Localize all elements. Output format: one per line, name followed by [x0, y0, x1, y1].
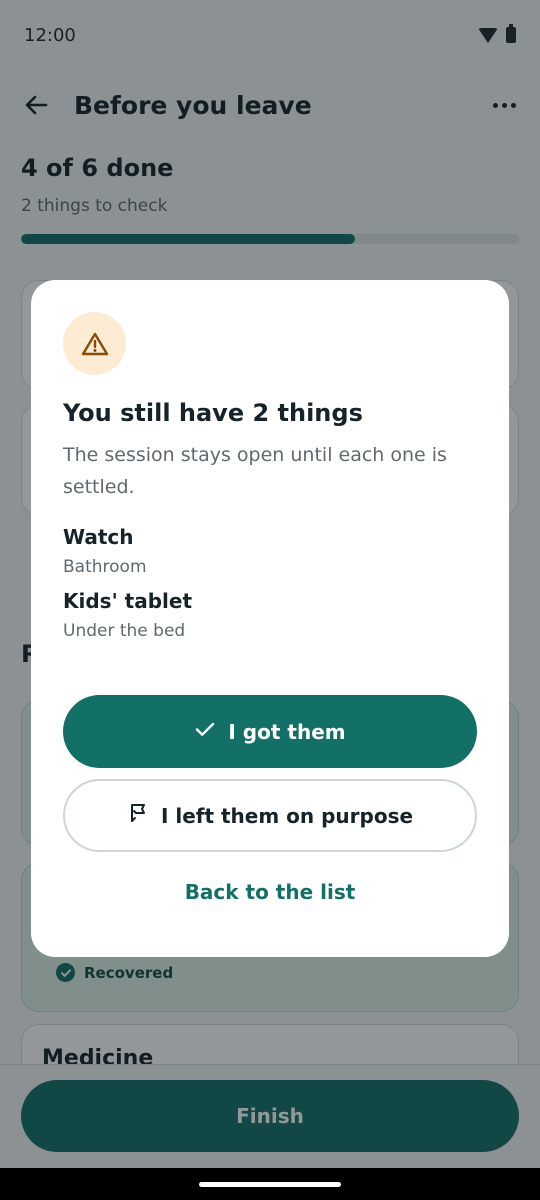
check-icon — [194, 718, 216, 745]
home-indicator[interactable] — [199, 1182, 341, 1187]
item-location: Under the bed — [63, 621, 186, 641]
warning-icon — [63, 312, 126, 375]
flag-bookmark-icon — [127, 802, 149, 829]
list-item: Watch Bathroom — [63, 525, 477, 577]
unsettled-item-list: Watch Bathroom Kids' tablet Under the be… — [63, 525, 477, 641]
left-on-purpose-label: I left them on purpose — [160, 803, 414, 828]
item-name: Kids' tablet — [63, 589, 193, 613]
dialog-body: The session stays open until each one is… — [63, 444, 447, 498]
unsettled-items-dialog: You still have 2 things The session stay… — [31, 280, 509, 957]
list-item: Kids' tablet Under the bed — [63, 589, 477, 641]
back-to-list-button[interactable]: Back to the list — [63, 864, 477, 920]
system-navigation-bar — [0, 1168, 540, 1200]
item-name: Watch — [63, 525, 134, 549]
got-them-button[interactable]: I got them — [63, 695, 477, 768]
left-on-purpose-button[interactable]: I left them on purpose — [63, 779, 477, 852]
dialog-title: You still have 2 things — [63, 399, 363, 427]
got-them-label: I got them — [228, 719, 346, 744]
item-location: Bathroom — [63, 557, 147, 577]
